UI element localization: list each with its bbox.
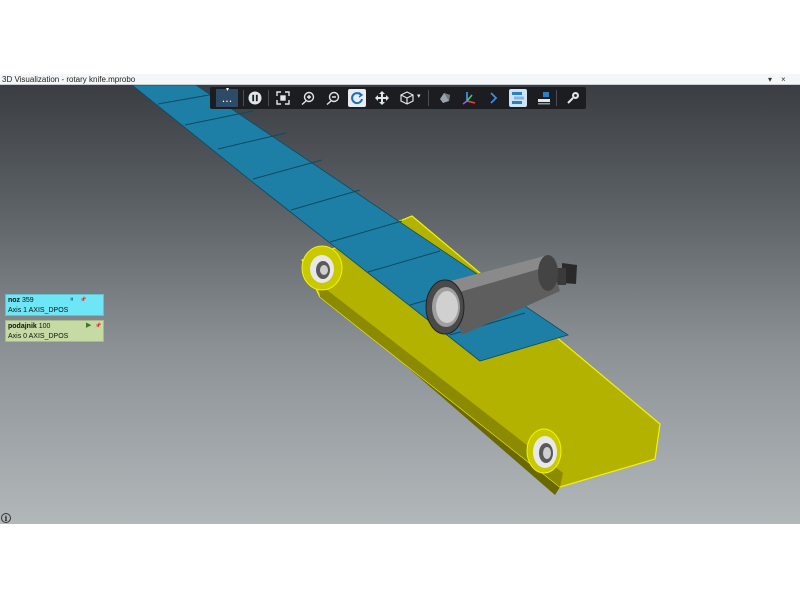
settings-icon <box>567 92 579 104</box>
chevron-right-button[interactable] <box>484 89 502 107</box>
info-button[interactable]: i <box>1 513 11 523</box>
panels-icon <box>512 92 524 104</box>
toolbar-separator <box>556 90 557 106</box>
axis-source: AXIS_DPOS <box>28 333 69 340</box>
axis-panel-header: podajnik 100 <box>8 322 50 332</box>
more-options-caret: ▾ <box>226 87 230 93</box>
toolbar-separator <box>243 90 244 106</box>
rotate-button[interactable] <box>348 89 366 107</box>
trace-button[interactable] <box>535 89 553 107</box>
pause-icon <box>248 91 262 105</box>
axis-panel-details: Axis 0 AXIS_DPOS <box>8 332 68 342</box>
far-roller[interactable] <box>301 245 343 291</box>
zoom-out-button[interactable] <box>324 89 342 107</box>
window-title: 3D Visualization - rotary knife.mprobo <box>2 75 136 84</box>
axis-panel-podajnik[interactable]: podajnik 100 Axis 0 AXIS_DPOS ▶ 📌 <box>5 320 104 342</box>
axis-source: AXIS_DPOS <box>28 307 69 314</box>
scene-object-icon <box>440 93 450 103</box>
rotate-icon <box>351 91 364 105</box>
pan-button[interactable] <box>373 89 391 107</box>
window-close-button[interactable]: × <box>781 74 786 85</box>
axis-name: podajnik <box>8 323 37 330</box>
visualization-window: 3D Visualization - rotary knife.mprobo ▾… <box>0 74 800 524</box>
near-roller[interactable] <box>526 428 562 474</box>
axis-value: 100 <box>38 323 51 330</box>
pause-state-icon[interactable]: ⏸ <box>70 295 74 305</box>
axis-panel-header: noz 359 <box>8 296 34 306</box>
toolbar-separator <box>428 90 429 106</box>
zoom-out-icon <box>326 91 340 105</box>
play-state-icon[interactable]: ▶ <box>86 321 91 331</box>
pan-icon <box>375 91 389 105</box>
axis-value: 359 <box>22 297 34 304</box>
axis-label: Axis 0 <box>8 333 28 340</box>
axis-panel-noz[interactable]: noz 359 Axis 1 AXIS_DPOS ⏸ 📌 <box>5 294 104 316</box>
chevron-right-icon <box>490 92 498 104</box>
pin-icon[interactable]: 📌 <box>95 321 101 331</box>
zoom-in-icon <box>301 91 315 105</box>
fit-view-icon <box>276 91 290 105</box>
axes-icon <box>462 92 476 105</box>
more-options-label: ... <box>221 91 233 105</box>
settings-button[interactable] <box>564 89 582 107</box>
pin-icon[interactable]: 📌 <box>80 295 86 305</box>
axis-panel-details: Axis 1 AXIS_DPOS <box>8 306 68 316</box>
cube-view-icon <box>400 91 414 105</box>
trace-icon <box>538 92 550 105</box>
scene-object-button[interactable] <box>436 89 454 107</box>
fit-view-button[interactable] <box>274 89 292 107</box>
view-toolbar: ... ▾ ▾ <box>210 87 586 109</box>
pause-button[interactable] <box>246 89 264 107</box>
3d-viewport[interactable]: ... ▾ ▾ noz 359 Axis 1 AXIS_DPOS ⏸ 📌 pod… <box>0 85 800 524</box>
axis-label: Axis 1 <box>8 307 28 314</box>
cube-view-caret[interactable]: ▾ <box>417 92 421 100</box>
axes-button[interactable] <box>460 89 478 107</box>
title-bar: 3D Visualization - rotary knife.mprobo ▾… <box>0 74 800 85</box>
panels-button[interactable] <box>509 89 527 107</box>
3d-scene[interactable] <box>0 85 800 524</box>
cube-view-button[interactable] <box>398 89 416 107</box>
axis-name: noz <box>8 297 21 304</box>
toolbar-separator <box>268 90 269 106</box>
zoom-in-button[interactable] <box>299 89 317 107</box>
window-menu-dropdown[interactable]: ▾ <box>768 74 772 85</box>
